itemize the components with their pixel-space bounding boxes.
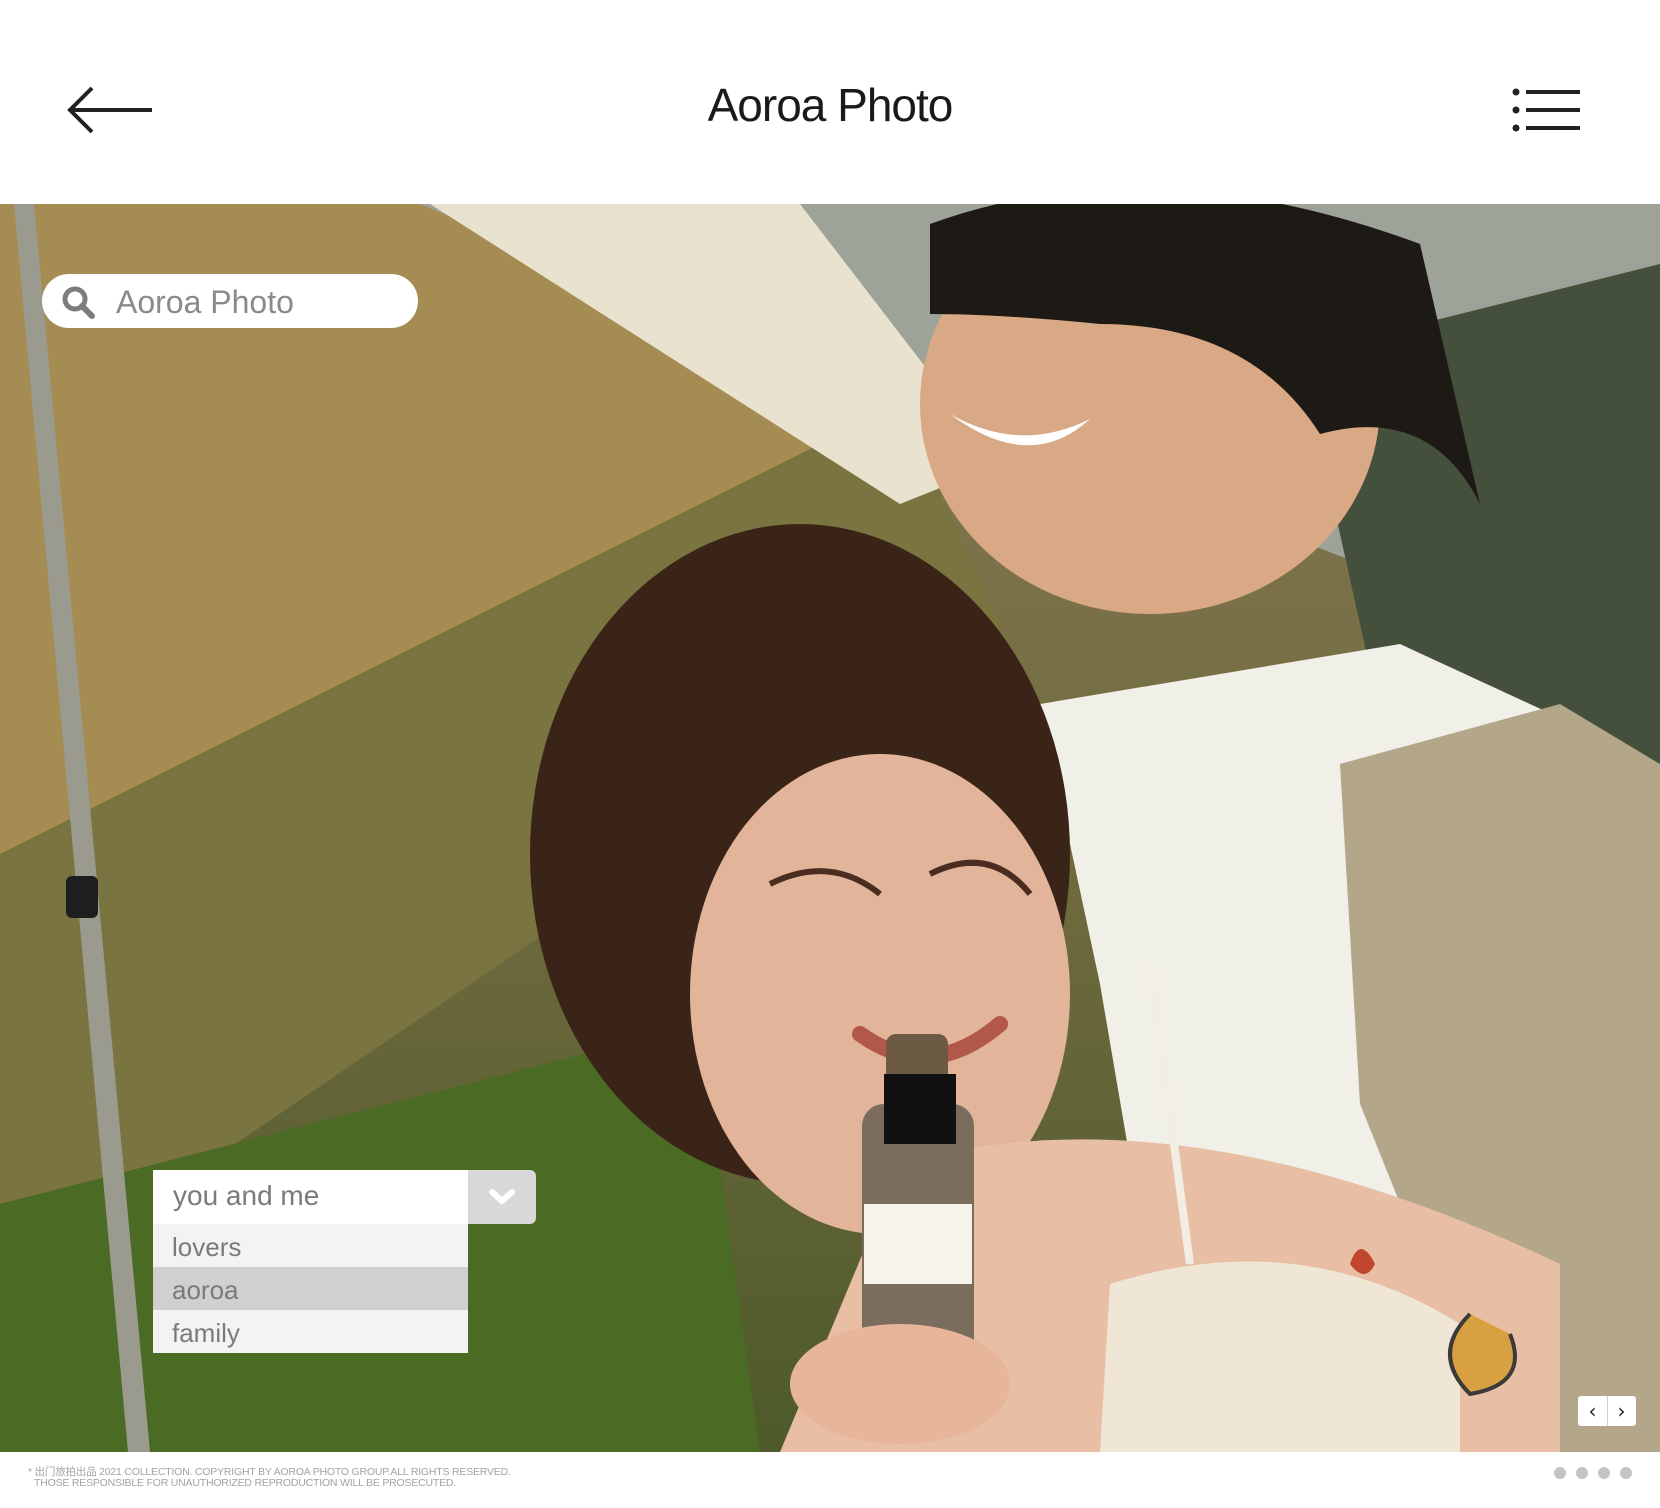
footer: * 出门旅拍出品 2021 COLLECTION. COPYRIGHT BY A… xyxy=(0,1452,1660,1508)
dropdown-option[interactable]: lovers xyxy=(153,1224,468,1267)
pagination-dot[interactable] xyxy=(1620,1467,1632,1479)
chevron-down-icon xyxy=(489,1189,515,1204)
pagination-dot[interactable] xyxy=(1576,1467,1588,1479)
dropdown-options-list: lovers aoroa family xyxy=(153,1224,468,1353)
dropdown-toggle-button[interactable] xyxy=(468,1170,536,1224)
top-bar: Aoroa Photo xyxy=(0,0,1660,204)
slider-arrows: ‹ › xyxy=(1578,1396,1636,1426)
page-title: Aoroa Photo xyxy=(707,79,954,131)
list-menu-icon xyxy=(1512,88,1580,132)
search-bar xyxy=(42,274,418,328)
pagination-dot[interactable] xyxy=(1554,1467,1566,1479)
prev-slide-button[interactable]: ‹ xyxy=(1578,1396,1608,1426)
search-input[interactable] xyxy=(114,280,408,324)
pagination-dot[interactable] xyxy=(1598,1467,1610,1479)
dropdown-option[interactable]: family xyxy=(153,1310,468,1353)
dropdown-selected-value[interactable]: you and me xyxy=(153,1170,468,1224)
next-slide-button[interactable]: › xyxy=(1607,1396,1636,1426)
copyright-line-2: THOSE RESPONSIBLE FOR UNAUTHORIZED REPRO… xyxy=(34,1477,457,1489)
search-icon[interactable] xyxy=(60,284,96,320)
dropdown-option-highlighted[interactable]: aoroa xyxy=(153,1267,468,1310)
menu-button[interactable] xyxy=(1512,86,1582,134)
